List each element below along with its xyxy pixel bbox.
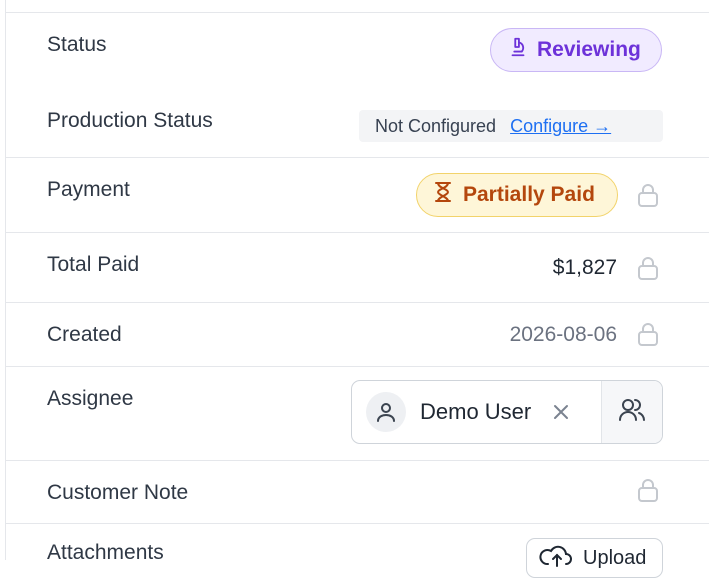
- hourglass-icon: [433, 181, 453, 209]
- lock-icon: [635, 255, 661, 281]
- cloud-upload-icon: [539, 542, 575, 574]
- production-status-label: Production Status: [47, 109, 213, 132]
- assignee-selected[interactable]: Demo User: [352, 381, 601, 443]
- close-icon[interactable]: [551, 402, 571, 422]
- assignee-name: Demo User: [420, 399, 532, 424]
- customer-note-row: Customer Note: [6, 461, 709, 524]
- payment-badge[interactable]: Partially Paid: [416, 173, 618, 217]
- assignee-select[interactable]: Demo User: [351, 380, 663, 444]
- created-value: 2026-08-06: [509, 323, 617, 346]
- status-label: Status: [47, 33, 107, 56]
- created-label: Created: [47, 323, 122, 346]
- payment-value: Partially Paid: [463, 183, 595, 206]
- status-badge[interactable]: Reviewing: [490, 28, 662, 72]
- lock-icon: [635, 321, 661, 347]
- attachments-label: Attachments: [47, 541, 164, 564]
- assignee-picker-button[interactable]: [601, 381, 662, 443]
- production-status-box: Not Configured Configure →: [359, 110, 663, 142]
- upload-label: Upload: [583, 546, 647, 569]
- customer-note-label: Customer Note: [47, 481, 189, 504]
- upload-button[interactable]: Upload: [526, 538, 663, 578]
- status-value: Reviewing: [537, 38, 641, 61]
- configure-link[interactable]: Configure →: [510, 116, 611, 137]
- user-icon: [366, 392, 406, 432]
- lock-icon: [635, 182, 661, 208]
- total-paid-value: $1,827: [552, 256, 617, 279]
- total-paid-label: Total Paid: [47, 253, 140, 276]
- users-icon: [617, 395, 647, 430]
- payment-label: Payment: [47, 178, 130, 201]
- assignee-label: Assignee: [47, 387, 134, 410]
- lock-icon: [635, 477, 661, 503]
- details-panel: Status Reviewing Production Status Not C…: [5, 0, 709, 578]
- reviewing-icon: [507, 36, 529, 64]
- production-status-value: Not Configured: [375, 115, 497, 136]
